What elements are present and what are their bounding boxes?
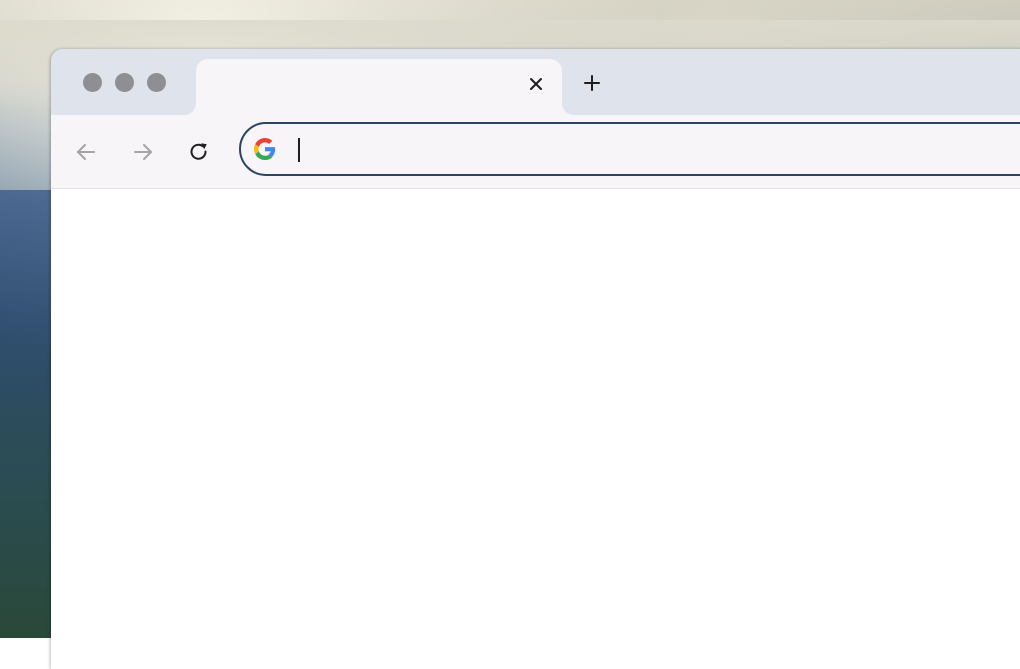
arrow-right-icon: [134, 144, 152, 160]
back-button[interactable]: [71, 137, 101, 167]
address-bar[interactable]: [239, 122, 1020, 176]
window-close-button[interactable]: [83, 73, 102, 92]
window-maximize-button[interactable]: [147, 73, 166, 92]
text-caret: [298, 138, 300, 162]
tab-close-button[interactable]: [524, 72, 548, 96]
reload-button[interactable]: [184, 137, 214, 167]
browser-tab-active[interactable]: [196, 59, 562, 115]
browser-window: [51, 49, 1020, 669]
navigation-toolbar: [51, 115, 1020, 189]
address-input[interactable]: [293, 134, 993, 162]
forward-button[interactable]: [128, 137, 158, 167]
new-tab-button[interactable]: [578, 69, 606, 97]
plus-icon: [584, 75, 600, 91]
arrow-left-icon: [77, 144, 95, 160]
reload-icon: [190, 143, 207, 160]
window-minimize-button[interactable]: [115, 73, 134, 92]
google-g-icon: [254, 138, 276, 160]
tab-strip: [51, 49, 1020, 115]
page-content[interactable]: [51, 189, 1020, 669]
close-icon: [530, 78, 542, 90]
